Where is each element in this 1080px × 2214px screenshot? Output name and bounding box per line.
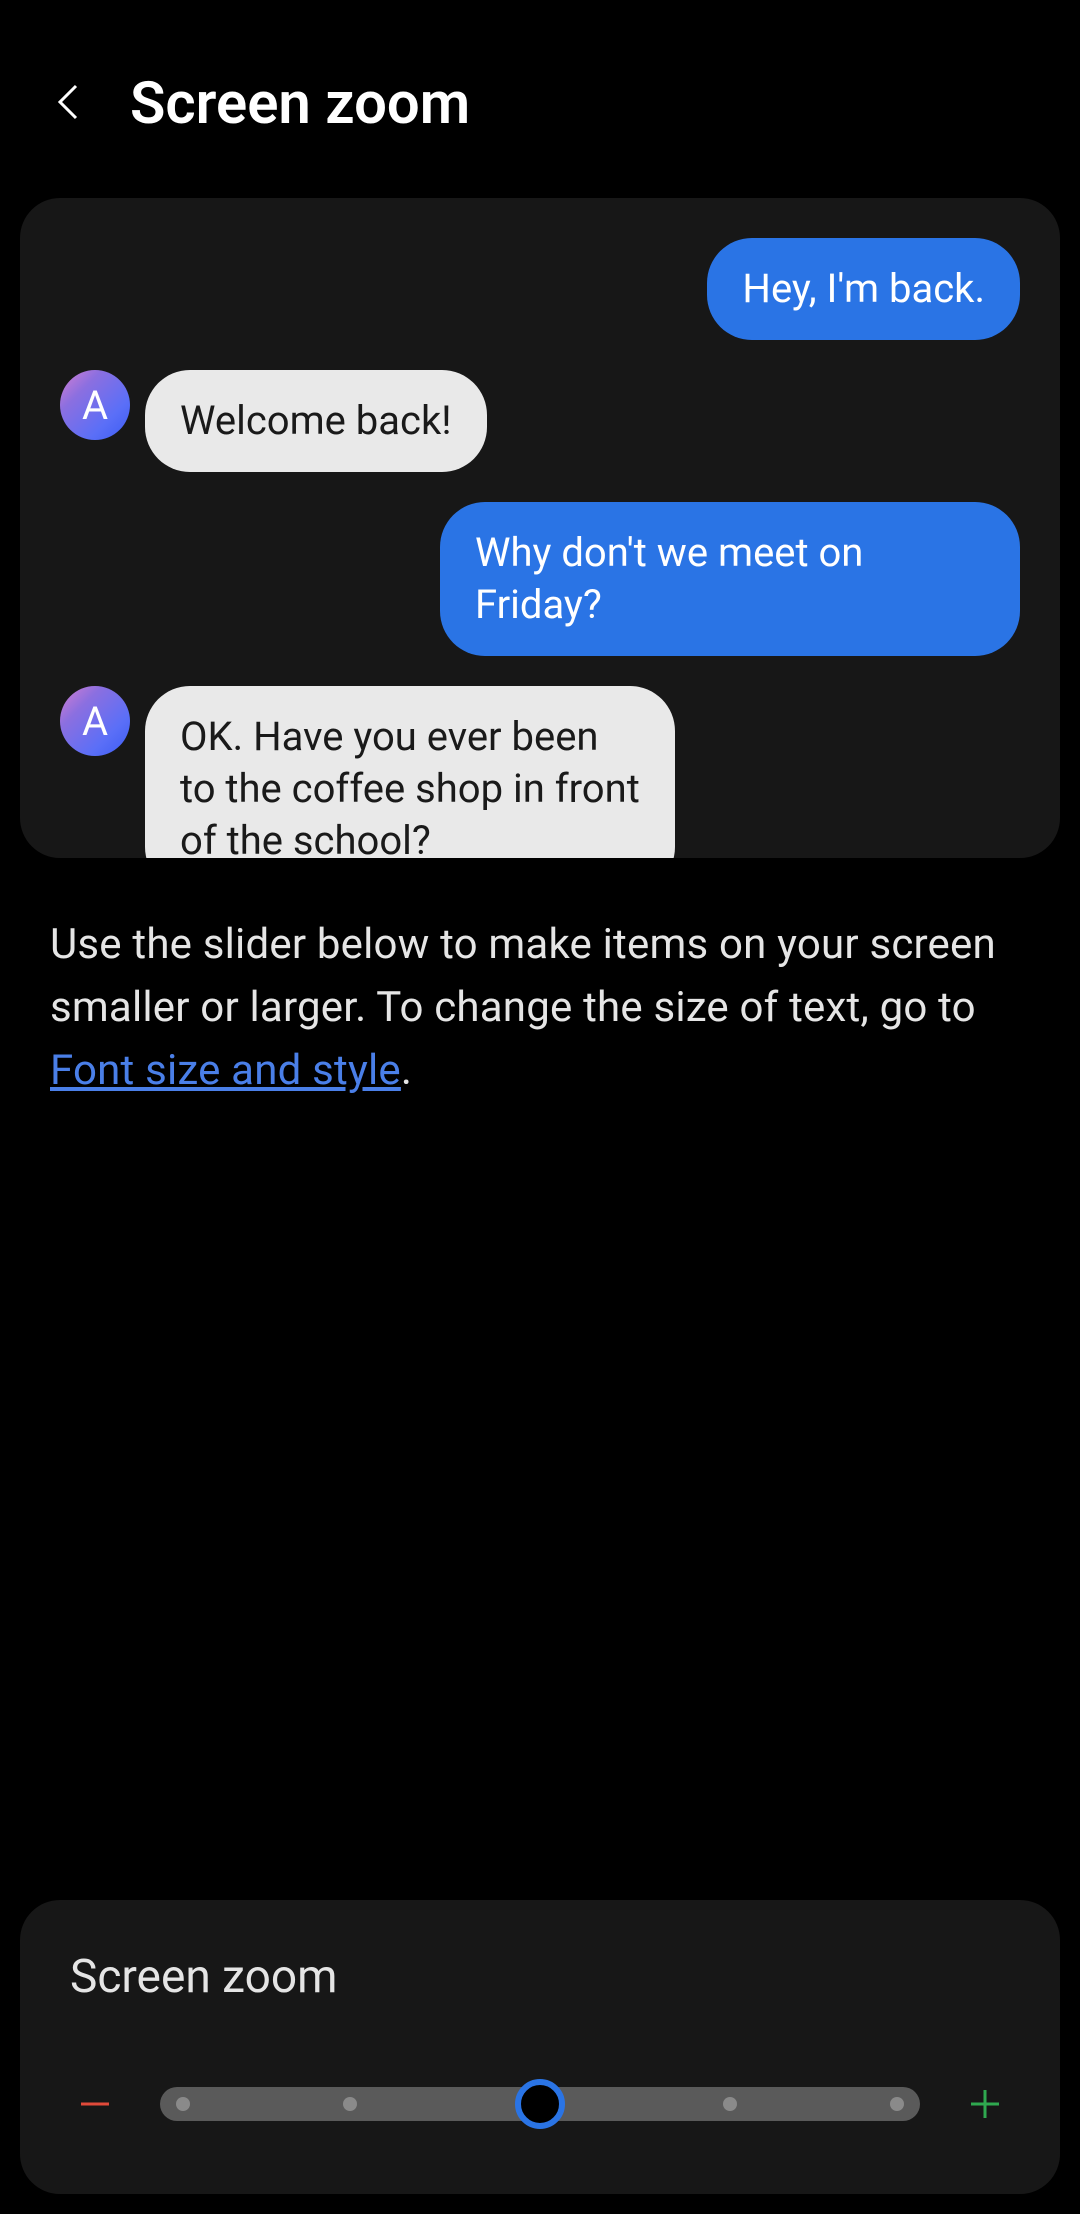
slider-row (70, 2084, 1010, 2124)
message-row: Hey, I'm back. (60, 238, 1020, 340)
description-post: . (401, 1046, 412, 1095)
message-received: Welcome back! (145, 370, 487, 472)
slider-tick (343, 2097, 357, 2111)
slider-tick (890, 2097, 904, 2111)
message-row: A Welcome back! (60, 370, 1020, 472)
plus-icon[interactable] (960, 2084, 1010, 2124)
slider-thumb[interactable] (515, 2079, 565, 2129)
slider-panel: Screen zoom (20, 1900, 1060, 2194)
slider-tick (176, 2097, 190, 2111)
font-size-link[interactable]: Font size and style (50, 1046, 401, 1095)
message-sent: Hey, I'm back. (707, 238, 1020, 340)
slider-tick (723, 2097, 737, 2111)
preview-card: Hey, I'm back. A Welcome back! Why don't… (20, 198, 1060, 858)
message-sent: Why don't we meet on Friday? (440, 502, 1020, 656)
avatar: A (60, 686, 130, 756)
back-icon[interactable] (50, 82, 90, 126)
zoom-slider[interactable] (160, 2087, 920, 2121)
message-received: OK. Have you ever been to the coffee sho… (145, 686, 675, 858)
description-text: Use the slider below to make items on yo… (0, 858, 1080, 1102)
header: Screen zoom (0, 0, 1080, 178)
page-title: Screen zoom (130, 70, 470, 138)
slider-title: Screen zoom (70, 1950, 1010, 2004)
description-pre: Use the slider below to make items on yo… (50, 920, 996, 1032)
avatar: A (60, 370, 130, 440)
message-row: Why don't we meet on Friday? (60, 502, 1020, 656)
minus-icon[interactable] (70, 2084, 120, 2124)
message-row: A OK. Have you ever been to the coffee s… (60, 686, 1020, 858)
